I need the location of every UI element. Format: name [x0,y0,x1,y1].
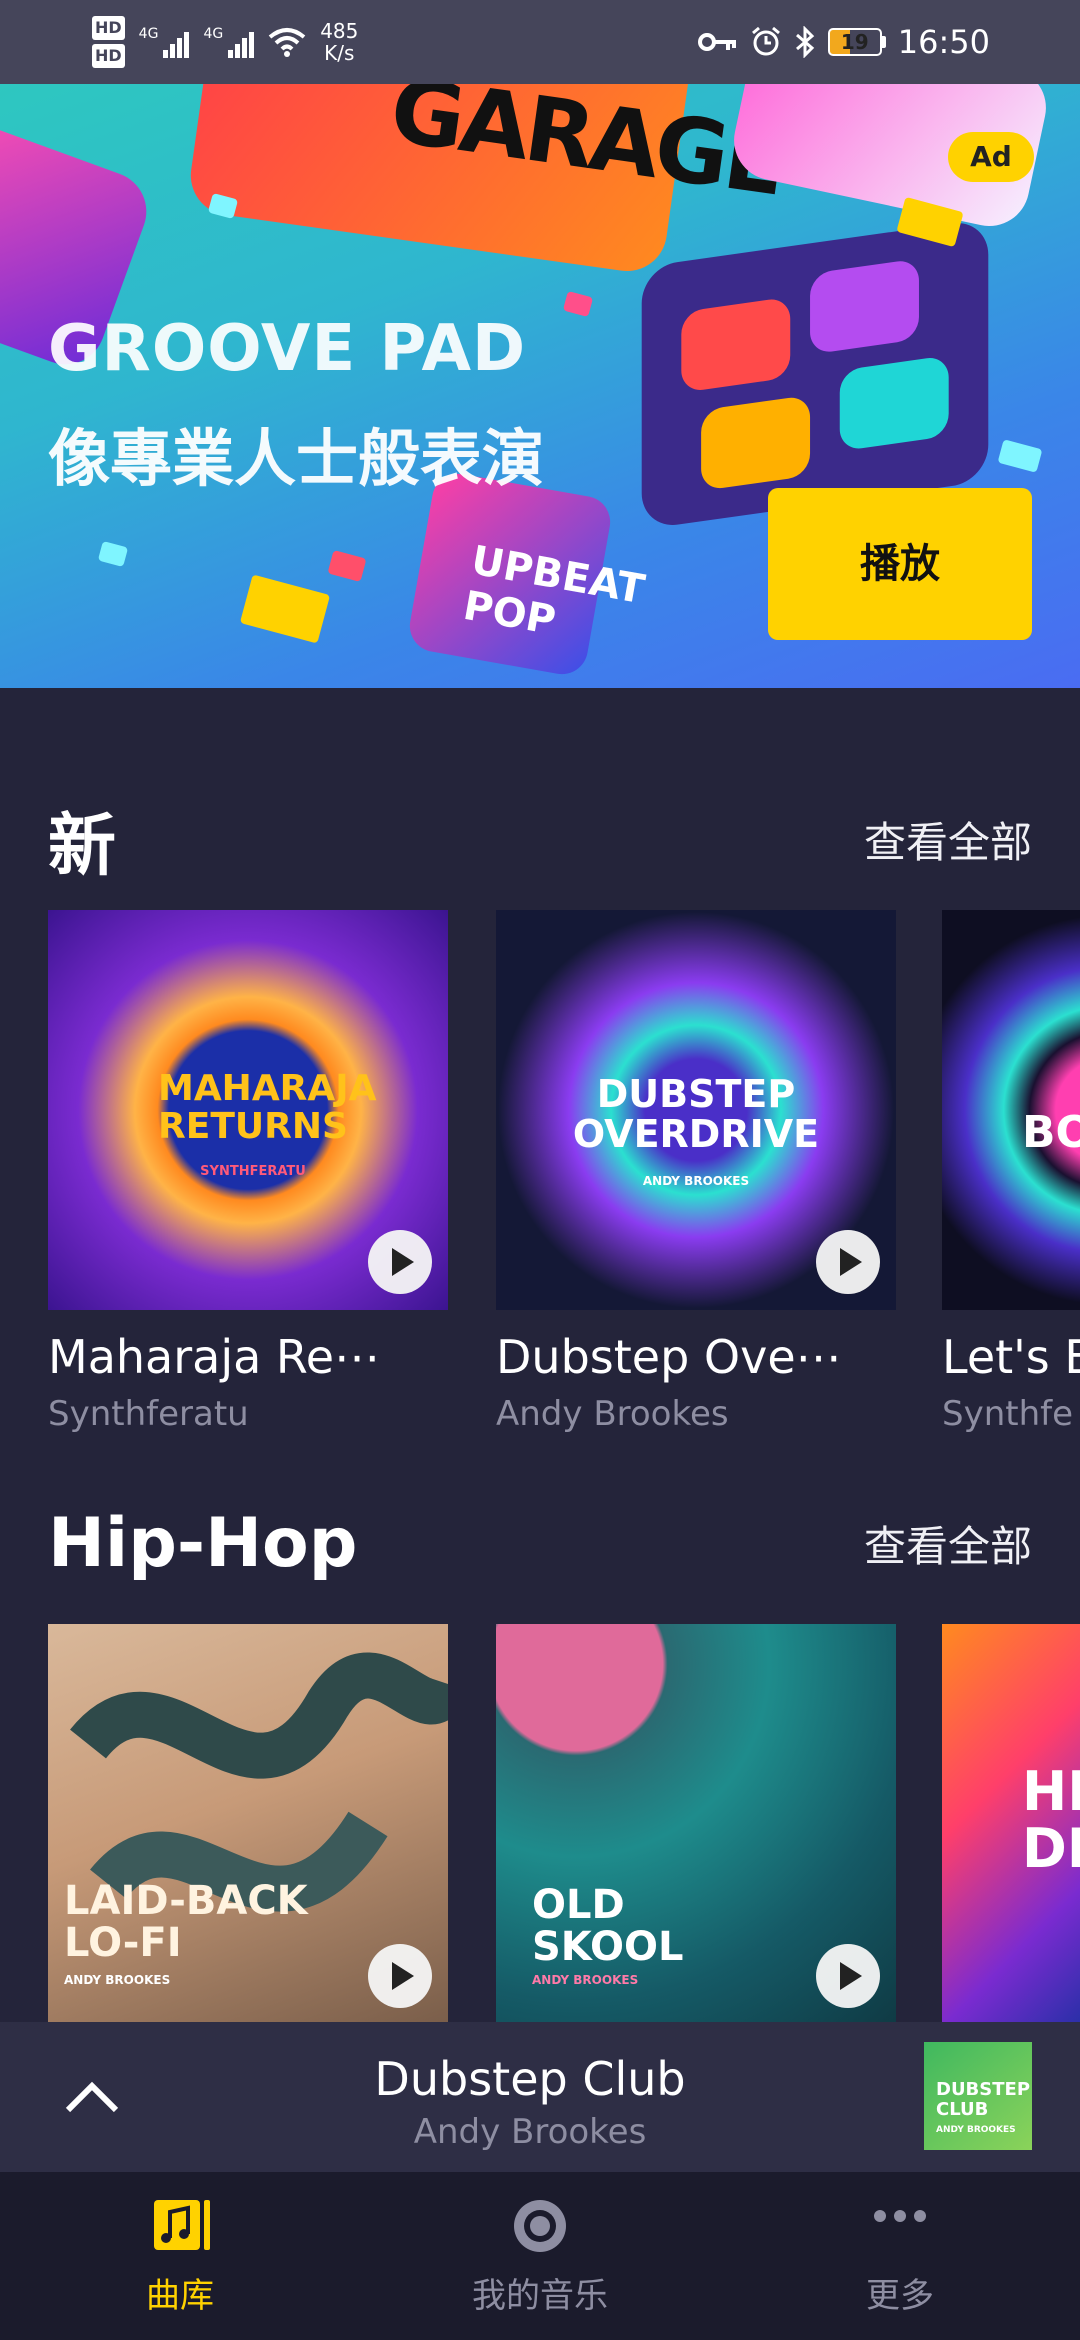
nav-label: 曲库 [146,2276,214,2316]
alarm-icon [751,26,780,56]
album-title: Let's B [942,1330,1080,1384]
confetti-shape [327,550,367,582]
bluetooth-icon [795,26,814,58]
now-playing-title: Dubstep Club [374,2052,686,2106]
album-card[interactable]: LAID-BACK LO-FI ANDY BROOKES [48,1624,448,2022]
ad-title: GROOVE PAD [48,312,527,386]
album-card[interactable]: BO Let's B Synthfe [942,910,1080,1434]
album-artist: Andy Brookes [496,1394,729,1434]
album-title: Dubstep Ove⋯ [496,1330,842,1384]
album-cover[interactable]: MAHARAJA RETURNS SYNTHFERATU [48,910,448,1310]
status-bar: HD HD 4G 4G 485 K/s 19 16:50 [0,0,1080,84]
status-left: HD HD 4G 4G 485 K/s [92,14,358,70]
clock: 16:50 [897,23,990,61]
album-card[interactable]: DUBSTEP OVERDRIVE ANDY BROOKES Dubstep O… [496,910,896,1434]
garage-album-tile: GARAGE [185,84,789,277]
more-dots-icon [874,2210,926,2222]
play-icon[interactable] [368,1944,432,2008]
wifi-icon [268,28,306,57]
see-all-link[interactable]: 查看全部 [864,809,1032,870]
signal-icon: 4G [139,26,190,58]
album-title: Maharaja Re⋯ [48,1330,381,1384]
play-icon[interactable] [816,1230,880,1294]
cover-title-text: BO [1022,1107,1080,1158]
section-header-new: 新 查看全部 [48,790,1032,889]
nav-library[interactable]: 曲库 [0,2172,360,2340]
hd-icon: HD HD [92,14,125,70]
cover-title-text: LAID-BACK LO-FI [64,1878,308,1966]
vinyl-disc-icon [514,2200,566,2252]
key-icon [697,33,736,51]
now-playing-artist: Andy Brookes [413,2112,647,2152]
album-card[interactable]: MAHARAJA RETURNS SYNTHFERATU Maharaja Re… [48,910,448,1434]
mini-player[interactable]: Dubstep Club Andy Brookes DUBSTEP CLUB A… [0,2022,1080,2172]
upbeat-pop-album-tile: UPBEAT POP [405,469,648,679]
confetti-shape [239,574,331,644]
now-playing-artwork[interactable]: DUBSTEP CLUB ANDY BROOKES [924,2042,1032,2150]
confetti-shape [997,439,1043,473]
cover-artist-text: ANDY BROOKES [64,1973,171,1987]
cover-title-text: OLD SKOOL [532,1882,684,1970]
album-artist: Synthferatu [48,1394,249,1434]
bottom-navigation: 曲库 我的音乐 更多 [0,2172,1080,2340]
ad-play-button[interactable]: 播放 [768,488,1032,640]
confetti-shape [562,290,594,318]
nav-my-music[interactable]: 我的音乐 [360,2172,720,2340]
groove-pad-ad-banner[interactable]: GARAGE UPBEAT POP Ad GROOVE PAD 像專業人士般表演… [0,84,1080,688]
status-right: 19 16:50 [697,23,990,61]
nav-label: 我的音乐 [472,2276,608,2316]
album-card[interactable]: OLD SKOOL ANDY BROOKES [496,1624,896,2022]
cover-artist-text: SYNTHFERATU [200,1164,306,1179]
see-all-link[interactable]: 查看全部 [864,1513,1032,1574]
signal-icon-2: 4G [203,26,255,58]
album-card[interactable]: HI DR [942,1624,1080,2022]
cover-artist-text: ANDY BROOKES [532,1973,639,1987]
album-cover[interactable]: HI DR [942,1624,1080,2022]
cover-artist-text: ANDY BROOKES [642,1174,750,1188]
album-cover[interactable]: LAID-BACK LO-FI ANDY BROOKES [48,1624,448,2022]
nav-more[interactable]: 更多 [720,2172,1080,2340]
ad-subtitle: 像專業人士般表演 [48,422,545,495]
battery-icon: 19 [827,28,886,56]
section-header-hip-hop: Hip-Hop 查看全部 [48,1504,1032,1583]
nav-label: 更多 [866,2276,934,2316]
drum-pad-graphic [641,218,989,530]
cover-title-text: HI DR [1022,1760,1080,1880]
album-cover[interactable]: OLD SKOOL ANDY BROOKES [496,1624,896,2022]
network-speed: 485 K/s [320,19,359,65]
cover-title-text: MAHARAJA RETURNS [158,1068,377,1147]
album-cover[interactable]: BO [942,910,1080,1310]
music-library-icon [154,2200,210,2250]
cover-title-text: DUBSTEP OVERDRIVE [572,1072,820,1156]
album-cover[interactable]: DUBSTEP OVERDRIVE ANDY BROOKES [496,910,896,1310]
ad-badge: Ad [948,132,1034,182]
section-title: Hip-Hop [48,1504,358,1583]
album-artist: Synthfe [942,1394,1074,1434]
play-icon[interactable] [816,1944,880,2008]
confetti-shape [97,540,129,568]
section-title: 新 [48,807,117,886]
play-icon[interactable] [368,1230,432,1294]
